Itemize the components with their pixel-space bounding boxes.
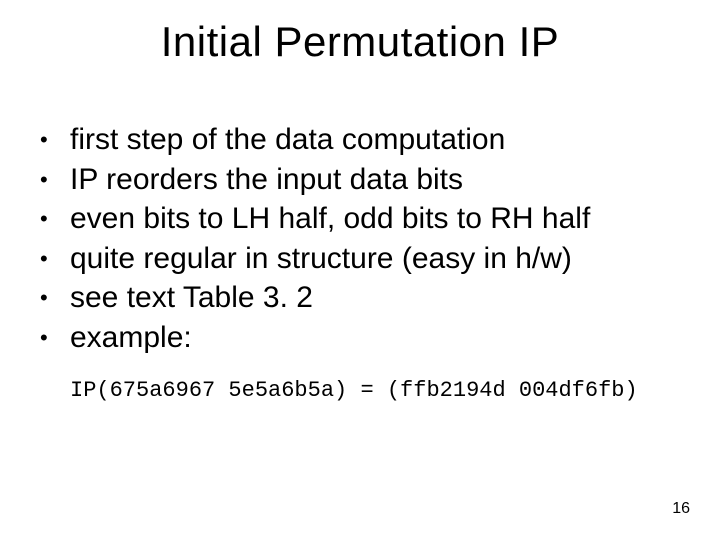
bullet-text: IP reorders the input data bits xyxy=(70,160,690,200)
bullet-item: • see text Table 3. 2 xyxy=(40,278,690,318)
slide-title: Initial Permutation IP xyxy=(0,18,720,66)
bullet-marker-icon: • xyxy=(40,239,70,279)
bullet-text: quite regular in structure (easy in h/w) xyxy=(70,239,690,279)
bullet-item: • first step of the data computation xyxy=(40,120,690,160)
bullet-text: example: xyxy=(70,318,690,358)
slide-body: • first step of the data computation • I… xyxy=(40,120,690,403)
bullet-marker-icon: • xyxy=(40,199,70,239)
bullet-item: • quite regular in structure (easy in h/… xyxy=(40,239,690,279)
bullet-item: • example: xyxy=(40,318,690,358)
bullet-marker-icon: • xyxy=(40,120,70,160)
page-number: 16 xyxy=(672,500,690,518)
bullet-text: first step of the data computation xyxy=(70,120,690,160)
slide: Initial Permutation IP • first step of t… xyxy=(0,0,720,540)
bullet-marker-icon: • xyxy=(40,318,70,358)
code-example: IP(675a6967 5e5a6b5a) = (ffb2194d 004df6… xyxy=(40,378,690,403)
bullet-text: even bits to LH half, odd bits to RH hal… xyxy=(70,199,690,239)
bullet-marker-icon: • xyxy=(40,160,70,200)
bullet-marker-icon: • xyxy=(40,278,70,318)
bullet-text: see text Table 3. 2 xyxy=(70,278,690,318)
bullet-item: • even bits to LH half, odd bits to RH h… xyxy=(40,199,690,239)
bullet-item: • IP reorders the input data bits xyxy=(40,160,690,200)
